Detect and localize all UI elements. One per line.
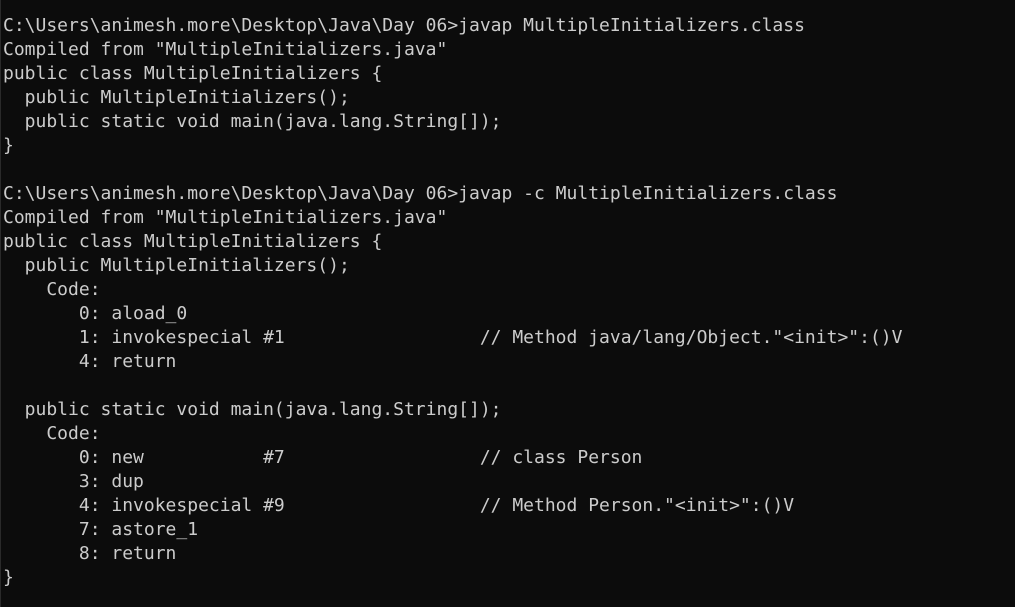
console-line: 4: return (3, 351, 177, 372)
console-line: C:\Users\animesh.more\Desktop\Java\Day 0… (3, 15, 805, 36)
console-line: 3: dup (3, 471, 144, 492)
console-line: Compiled from "MultipleInitializers.java… (3, 39, 448, 60)
console-line: 0: aload_0 (3, 303, 188, 324)
console-line: 0: new #7 // class Person (3, 447, 643, 468)
console-line: public class MultipleInitializers { (3, 231, 383, 252)
console-line: Compiled from "MultipleInitializers.java… (3, 207, 448, 228)
console-line: 8: return (3, 543, 177, 564)
console-line: public static void main(java.lang.String… (3, 111, 502, 132)
console-line: public MultipleInitializers(); (3, 87, 350, 108)
console-line: 1: invokespecial #1 // Method java/lang/… (3, 327, 903, 348)
console-line: public class MultipleInitializers { (3, 63, 383, 84)
console-line: C:\Users\animesh.more\Desktop\Java\Day 0… (3, 183, 838, 204)
console-line: Code: (3, 279, 101, 300)
console-line: 7: astore_1 (3, 519, 199, 540)
console-line: Code: (3, 423, 101, 444)
console-line: 4: invokespecial #9 // Method Person."<i… (3, 495, 795, 516)
console-output: C:\Users\animesh.more\Desktop\Java\Day 0… (3, 14, 902, 590)
console-line: public static void main(java.lang.String… (3, 399, 502, 420)
console-line: } (3, 135, 14, 156)
window-left-border (0, 0, 1, 607)
console-line: public MultipleInitializers(); (3, 255, 350, 276)
console-window[interactable]: C:\Users\animesh.more\Desktop\Java\Day 0… (0, 0, 1015, 607)
console-line: } (3, 567, 14, 588)
